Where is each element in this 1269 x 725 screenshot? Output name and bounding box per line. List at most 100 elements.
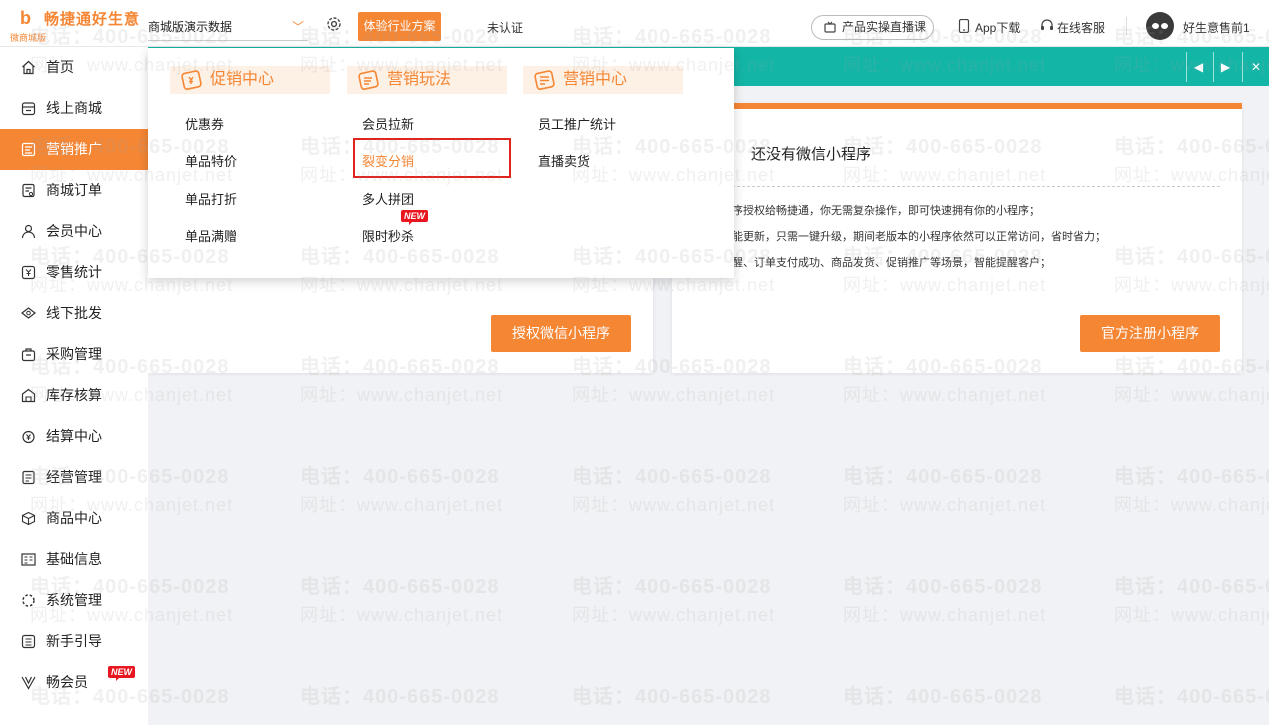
store-select[interactable]: 商城版演示数据 ﹀ xyxy=(148,13,308,41)
new-badge: NEW xyxy=(401,210,428,225)
home-icon xyxy=(22,60,35,75)
watermark-url: 网址：www.chanjet.net xyxy=(572,605,776,625)
watermark-phone: 电话：400-665-0028 xyxy=(843,686,1043,708)
order-icon xyxy=(22,183,35,198)
guide-icon xyxy=(21,634,36,649)
watermark-url: 网址：www.chanjet.net xyxy=(1114,495,1269,515)
watermark-url: 网址：www.chanjet.net xyxy=(843,605,1047,625)
sidebar-item-inventory[interactable]: 库存核算 xyxy=(0,375,148,416)
menu-item-group-buy[interactable]: 多人拼团 xyxy=(362,189,414,208)
avatar[interactable] xyxy=(1146,12,1174,40)
brand-sub: 微商城版 xyxy=(10,33,47,43)
sidebar-item-label: 系统管理 xyxy=(46,592,102,608)
sidebar-item-settlement[interactable]: 结算中心 xyxy=(0,416,148,457)
menu-item-discount[interactable]: 单品打折 xyxy=(185,189,237,208)
sidebar-item-business-management[interactable]: 经营管理 xyxy=(0,457,148,498)
menu-item-coupon[interactable]: 优惠券 xyxy=(185,114,224,133)
sidebar-item-label: 线上商城 xyxy=(46,100,102,116)
certification-status[interactable]: 未认证 xyxy=(487,19,523,36)
app-download-link[interactable]: App下载 xyxy=(958,19,1020,36)
watermark-url: 网址：www.chanjet.net xyxy=(300,495,504,515)
sidebar-item-orders[interactable]: 商城订单 xyxy=(0,170,148,211)
sidebar-item-system[interactable]: 系统管理 xyxy=(0,580,148,621)
app-download-label: App下载 xyxy=(975,21,1021,35)
avatar-eye xyxy=(1152,23,1159,29)
dropdown-title-label: 营销中心 xyxy=(563,71,628,88)
wholesale-icon xyxy=(21,307,36,319)
watermark-phone: 电话：400-665-0028 xyxy=(572,686,772,708)
online-service-label: 在线客服 xyxy=(1057,21,1106,35)
sidebar-item-label: 畅会员 xyxy=(46,674,88,690)
sidebar-item-online-mall[interactable]: 线上商城 xyxy=(0,88,148,129)
purchase-icon xyxy=(21,348,36,362)
headset-icon xyxy=(1041,19,1053,30)
sidebar-item-member-center[interactable]: 会员中心 xyxy=(0,211,148,252)
online-service-link[interactable]: 在线客服 xyxy=(1040,19,1105,36)
product-icon xyxy=(21,511,36,526)
menu-item-live-selling[interactable]: 直播卖货 xyxy=(538,151,590,170)
divider xyxy=(1126,17,1127,35)
top-bar: b 畅捷通好生意 微商城版 商城版演示数据 ﹀ 体验行业方案 未认证 产品实操直… xyxy=(0,0,1269,47)
sidebar-item-label: 首页 xyxy=(46,59,74,75)
menu-item-special-price[interactable]: 单品特价 xyxy=(185,151,237,170)
sidebar-item-label: 基础信息 xyxy=(46,551,102,567)
feature-line: 能更新，只需一键升级，期间老版本的小程序依然可以正常访问，省时省力； xyxy=(732,231,1106,243)
sidebar-item-guide[interactable]: 新手引导 xyxy=(0,621,148,662)
dropdown-title-label: 营销玩法 xyxy=(387,71,452,88)
watermark-phone: 电话：400-665-0028 xyxy=(1114,466,1269,488)
live-course-label: 产品实操直播课 xyxy=(842,20,927,34)
sidebar-item-marketing[interactable]: 营销推广 xyxy=(0,129,156,170)
watermark-phone: 电话：400-665-0028 xyxy=(572,466,772,488)
brand-mark-icon: b xyxy=(20,8,31,28)
watermark-phone: 电话：400-665-0028 xyxy=(300,686,500,708)
watermark-url: 网址：www.chanjet.net xyxy=(300,385,504,405)
card-title: 还没有微信小程序 xyxy=(751,146,872,163)
watermark-url: 网址：www.chanjet.net xyxy=(300,605,504,625)
watermark-url: 网址：www.chanjet.net xyxy=(1114,605,1269,625)
tab-close-button[interactable]: ✕ xyxy=(1242,52,1269,82)
brand-logo[interactable]: b 畅捷通好生意 微商城版 xyxy=(0,0,148,47)
sidebar-item-offline-wholesale[interactable]: 线下批发 xyxy=(0,293,148,334)
watermark-phone: 电话：400-665-0028 xyxy=(1114,576,1269,598)
live-course-button[interactable]: 产品实操直播课 xyxy=(811,15,934,40)
sidebar-item-vip[interactable]: 畅会员 NEW xyxy=(0,662,148,703)
promotion-icon xyxy=(21,142,36,157)
menu-item-member-acquisition[interactable]: 会员拉新 xyxy=(362,114,414,133)
dropdown-column-title: 营销中心 xyxy=(523,66,683,94)
watermark-phone: 电话：400-665-0028 xyxy=(572,576,772,598)
highlight-box xyxy=(353,138,511,178)
dropdown-column-title: 营销玩法 xyxy=(347,66,507,94)
username[interactable]: 好生意售前1 xyxy=(1183,19,1250,36)
feature-line: 醒、订单支付成功、商品发货、促销推广等场景，智能提醒客户； xyxy=(732,257,1051,269)
sidebar-item-home[interactable]: 首页 xyxy=(0,47,148,88)
sidebar-item-purchase[interactable]: 采购管理 xyxy=(0,334,148,375)
divider xyxy=(732,186,1220,187)
sidebar-item-label: 会员中心 xyxy=(46,223,102,239)
watermark-phone: 电话：400-665-0028 xyxy=(300,576,500,598)
gear-icon[interactable] xyxy=(326,16,342,32)
watermark-url: 网址：www.chanjet.net xyxy=(843,385,1047,405)
register-card: 还没有微信小程序 序授权给畅捷通，你无需复杂操作，即可快速拥有你的小程序； 能更… xyxy=(672,103,1242,373)
tab-next-button[interactable]: ▶ xyxy=(1213,52,1237,82)
watermark-url: 网址：www.chanjet.net xyxy=(572,495,776,515)
tab-prev-button[interactable]: ◀ xyxy=(1186,52,1210,82)
retail-icon xyxy=(21,265,36,280)
sidebar-item-product-center[interactable]: 商品中心 xyxy=(0,498,148,539)
experience-industry-button[interactable]: 体验行业方案 xyxy=(358,12,441,41)
menu-item-flash-sale[interactable]: 限时秒杀 xyxy=(362,226,414,245)
register-miniprogram-button[interactable]: 官方注册小程序 xyxy=(1080,315,1220,352)
sidebar-item-retail-stats[interactable]: 零售统计 xyxy=(0,252,148,293)
inventory-icon xyxy=(21,388,36,403)
shop-icon xyxy=(21,102,36,116)
menu-item-gift[interactable]: 单品满赠 xyxy=(185,226,237,245)
dropdown-title-label: 促销中心 xyxy=(210,71,275,88)
marketing-play-icon xyxy=(358,70,379,90)
sidebar-item-basic-info[interactable]: 基础信息 xyxy=(0,539,148,580)
management-icon xyxy=(22,470,35,485)
watermark-phone: 电话：400-665-0028 xyxy=(1114,686,1269,708)
system-icon xyxy=(22,594,35,607)
chevron-down-icon: ﹀ xyxy=(291,20,304,34)
menu-item-staff-promotion-stats[interactable]: 员工推广统计 xyxy=(538,114,616,133)
authorize-miniprogram-button[interactable]: 授权微信小程序 xyxy=(491,315,631,352)
dropdown-column-promotion: 促销中心 xyxy=(170,66,330,94)
